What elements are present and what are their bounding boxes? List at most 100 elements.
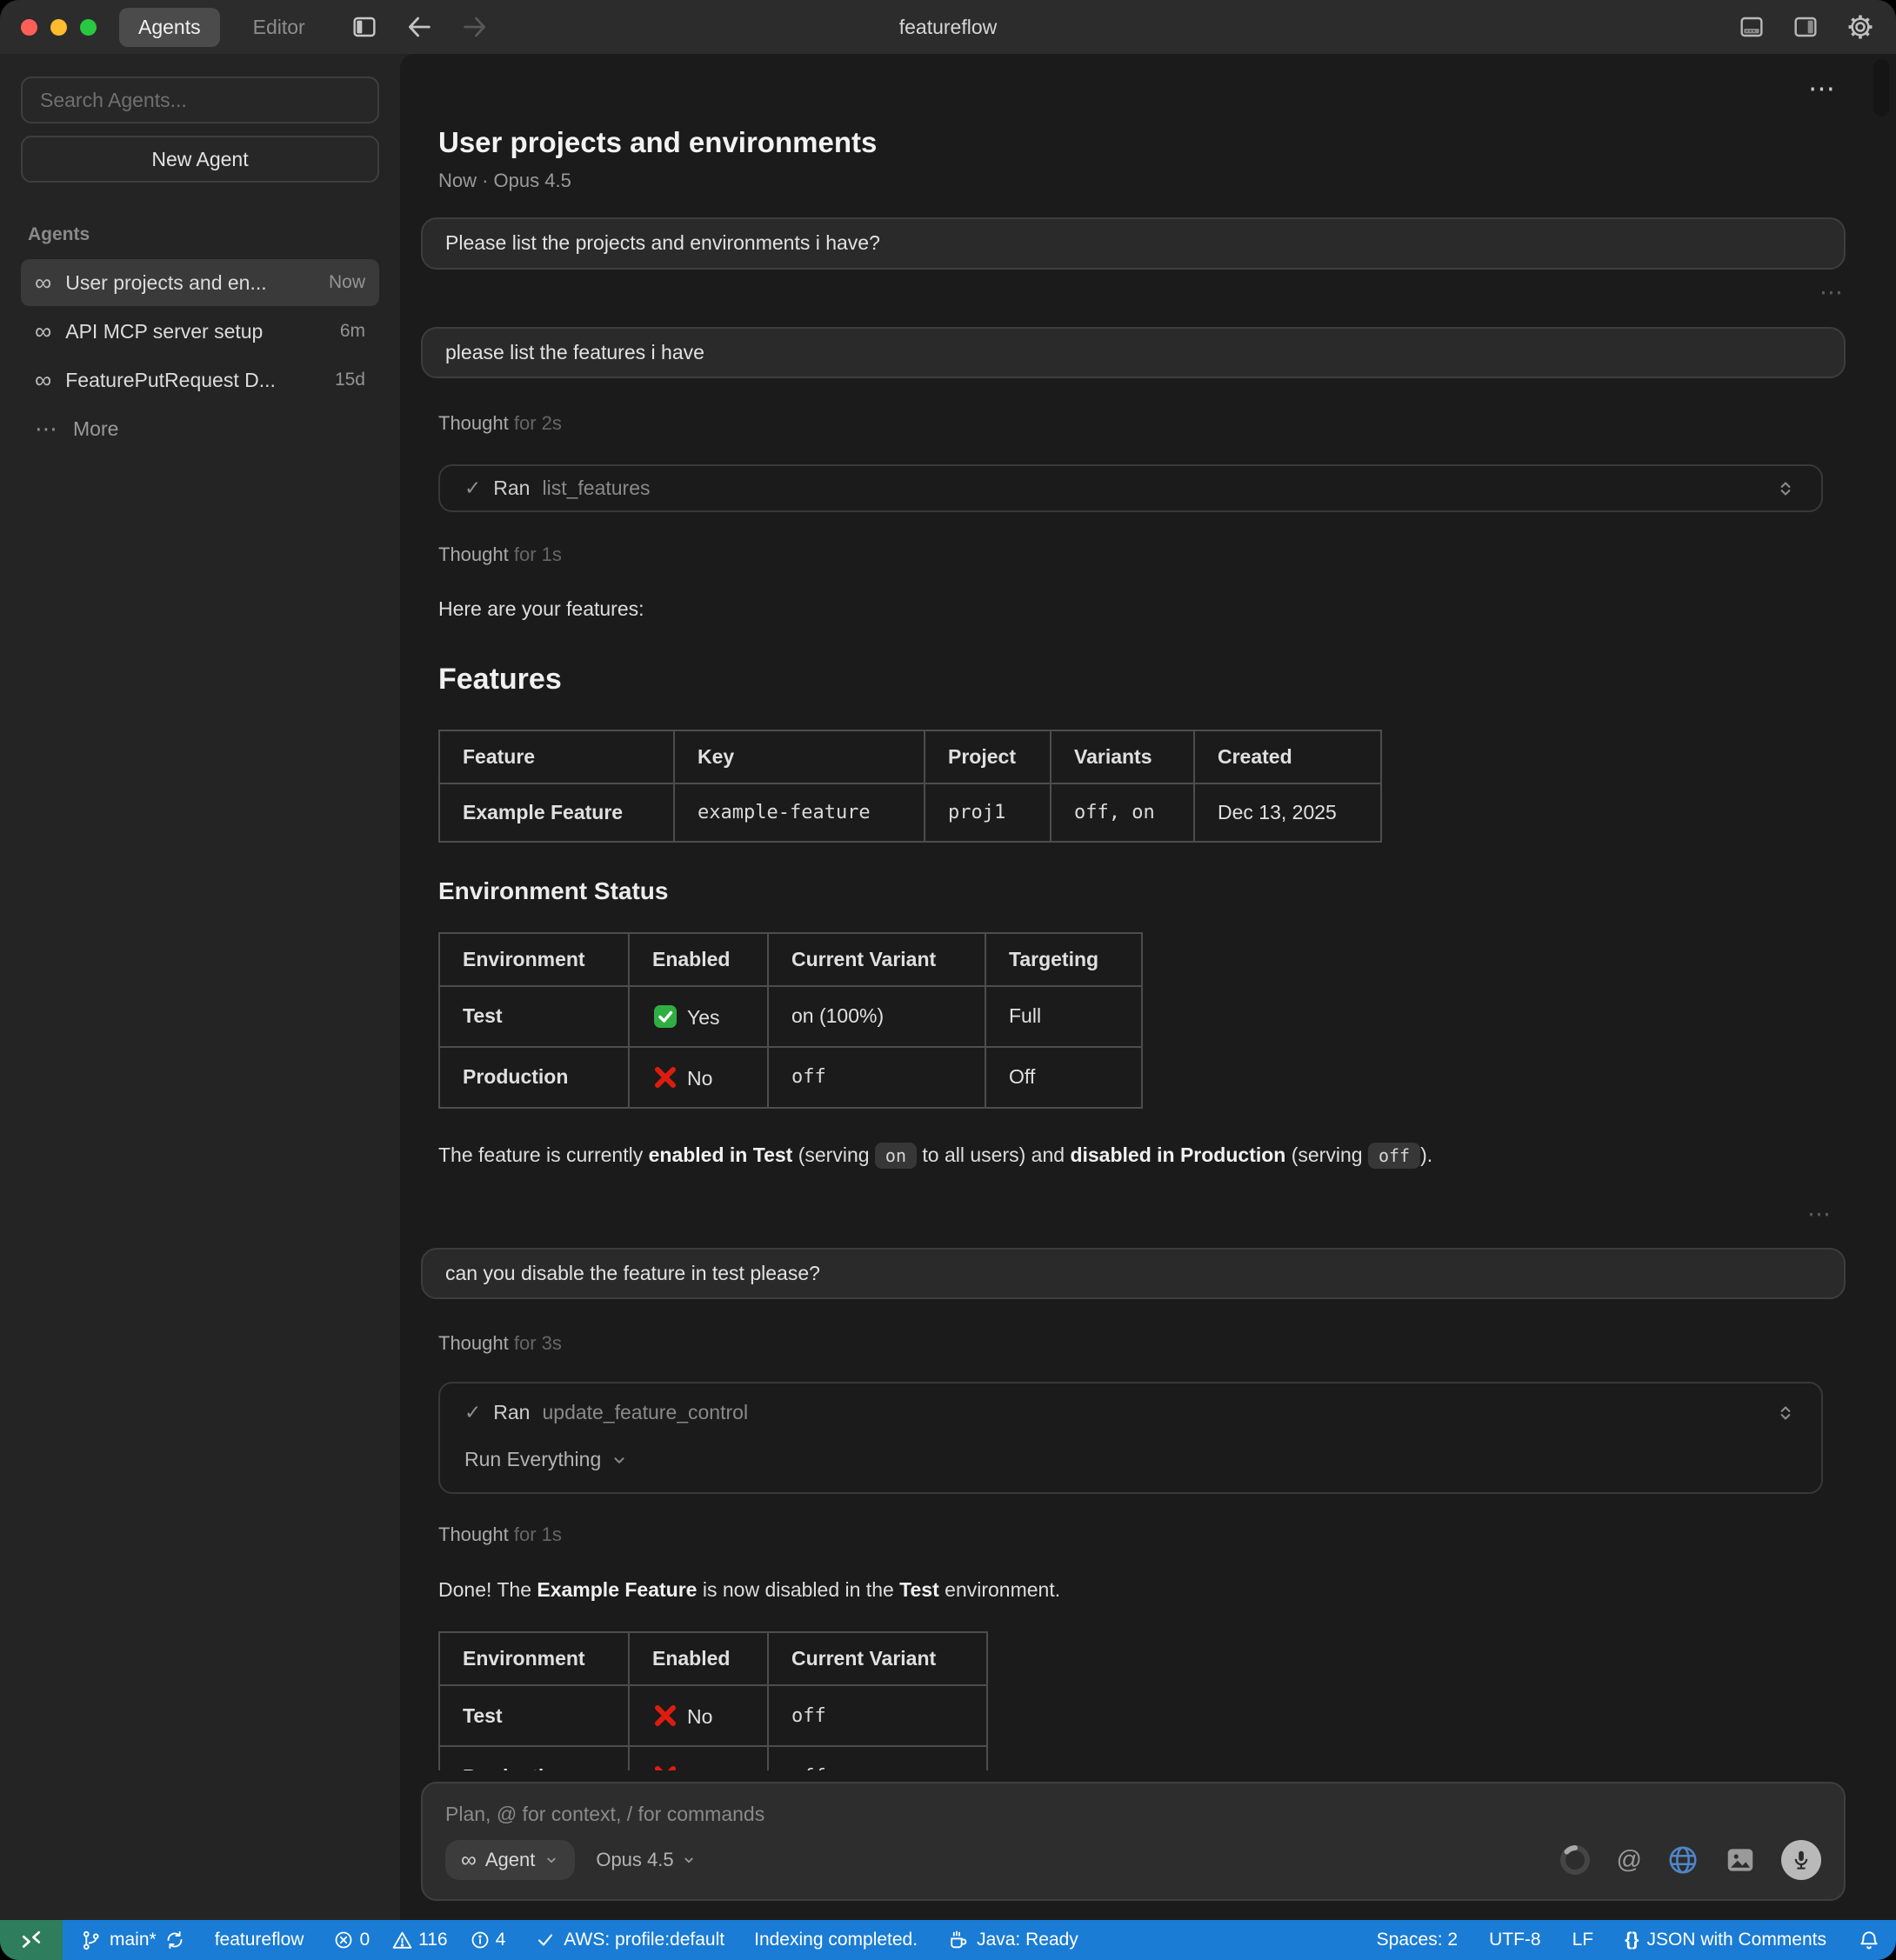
run-everything-dropdown[interactable]: Run Everything [464, 1448, 1797, 1471]
table-cell: off [768, 1047, 985, 1108]
agent-item-time: 15d [335, 370, 365, 390]
check-icon [535, 1930, 556, 1950]
message-actions-button[interactable]: ⋯ [421, 281, 1846, 295]
title-bar: Agents Editor featureflow [0, 0, 1896, 54]
status-bar: main* featureflow 0 116 4 AWS: profile:d… [0, 1920, 1896, 1960]
table-row: Test No off [439, 1685, 987, 1746]
tool-run-prefix: Ran [493, 477, 530, 500]
warnings-icon [391, 1930, 413, 1951]
infinity-icon: ∞ [35, 320, 51, 343]
table-row: Example Feature example-feature proj1 of… [439, 783, 1381, 842]
tool-name: update_feature_control [542, 1401, 748, 1424]
agent-mode-dropdown[interactable]: ∞ Agent [445, 1840, 575, 1880]
table-cell: Test [439, 1685, 629, 1746]
toggle-right-panel-icon[interactable] [1792, 13, 1819, 41]
eol-status[interactable]: LF [1572, 1930, 1594, 1950]
environment-status-heading: Environment Status [438, 877, 1846, 905]
column-header: Environment [439, 1632, 629, 1685]
search-input[interactable]: Search Agents... [21, 77, 379, 123]
image-attach-icon[interactable] [1724, 1843, 1757, 1877]
table-cell: No [629, 1746, 768, 1770]
toggle-sidebar-icon[interactable] [350, 13, 378, 41]
column-header: Variants [1051, 730, 1194, 783]
new-agent-button[interactable]: New Agent [21, 136, 379, 183]
user-message: Please list the projects and environment… [421, 217, 1846, 270]
chevron-down-icon [610, 1450, 629, 1470]
conversation-menu-button[interactable]: ⋯ [1808, 75, 1839, 102]
sidebar-item-api-mcp[interactable]: ∞ API MCP server setup 6m [21, 308, 379, 355]
indexing-status[interactable]: Indexing completed. [754, 1930, 918, 1950]
user-message: can you disable the feature in test plea… [421, 1248, 1846, 1300]
user-message: please list the features i have [421, 327, 1846, 379]
close-window-button[interactable] [21, 19, 37, 36]
tool-run-prefix: Ran [493, 1401, 530, 1424]
cross-emoji-icon [652, 1703, 678, 1729]
column-header: Feature [439, 730, 674, 783]
globe-icon[interactable] [1666, 1843, 1699, 1877]
microphone-button[interactable] [1781, 1840, 1821, 1880]
traffic-lights [21, 19, 97, 36]
check-icon: ✓ [464, 477, 481, 500]
zoom-window-button[interactable] [80, 19, 97, 36]
column-header: Targeting [985, 933, 1142, 986]
table-cell: on (100%) [768, 986, 985, 1047]
check-emoji-icon [652, 1003, 678, 1030]
message-actions-button[interactable]: ⋯ [421, 1203, 1833, 1217]
table-row: Production No off [439, 1746, 987, 1770]
errors-icon [333, 1930, 354, 1950]
chevron-down-icon [681, 1852, 697, 1868]
minimize-window-button[interactable] [50, 19, 67, 36]
info-icon [470, 1930, 491, 1950]
table-cell: proj1 [925, 783, 1051, 842]
tab-editor[interactable]: Editor [234, 8, 324, 47]
forward-arrow-icon[interactable] [460, 12, 490, 42]
encoding-status[interactable]: UTF-8 [1489, 1930, 1541, 1950]
language-mode-status[interactable]: {}JSON with Comments [1625, 1930, 1826, 1950]
tool-run-card[interactable]: ✓ Ran update_feature_control Run Everyth… [438, 1382, 1823, 1494]
sidebar-item-featureputrequest[interactable]: ∞ FeaturePutRequest D... 15d [21, 357, 379, 403]
tab-agents[interactable]: Agents [119, 8, 220, 47]
conversation-title: User projects and environments [421, 126, 1846, 159]
project-name-status[interactable]: featureflow [215, 1930, 304, 1950]
table-cell: No [629, 1685, 768, 1746]
back-arrow-icon[interactable] [404, 12, 434, 42]
scrollbar-thumb[interactable] [1873, 59, 1889, 117]
thought-label: Thought for 3s [421, 1332, 1846, 1355]
infinity-icon: ∞ [35, 271, 51, 295]
problems-status[interactable]: 0 116 4 [333, 1930, 505, 1951]
model-dropdown[interactable]: Opus 4.5 [596, 1849, 696, 1871]
indentation-status[interactable]: Spaces: 2 [1377, 1930, 1458, 1950]
toggle-panel-icon[interactable] [1738, 13, 1766, 41]
column-header: Current Variant [768, 1632, 987, 1685]
check-icon: ✓ [464, 1401, 481, 1424]
inline-code: off [1368, 1143, 1420, 1169]
column-header: Project [925, 730, 1051, 783]
tool-name: list_features [542, 477, 650, 500]
table-cell: Dec 13, 2025 [1194, 783, 1381, 842]
tool-run-card[interactable]: ✓ Ran list_features [438, 464, 1823, 512]
java-status[interactable]: Java: Ready [947, 1930, 1078, 1951]
remote-indicator[interactable] [0, 1920, 63, 1960]
agent-item-label: FeaturePutRequest D... [65, 369, 276, 392]
aws-profile-status[interactable]: AWS: profile:default [535, 1930, 724, 1950]
sidebar-item-more[interactable]: ⋯ More [21, 405, 379, 452]
expand-collapse-icon[interactable] [1774, 1402, 1797, 1424]
features-heading: Features [438, 663, 1846, 697]
table-cell: off, on [1051, 783, 1194, 842]
column-header: Key [674, 730, 925, 783]
message-composer[interactable]: Plan, @ for context, / for commands ∞ Ag… [421, 1782, 1846, 1901]
column-header: Current Variant [768, 933, 985, 986]
conversation-subtitle: Now · Opus 4.5 [421, 170, 1846, 192]
thought-label: Thought for 1s [421, 1523, 1846, 1546]
git-branch-status[interactable]: main* [80, 1930, 185, 1951]
agent-item-time: Now [329, 272, 365, 293]
sidebar-item-user-projects[interactable]: ∞ User projects and en... Now [21, 259, 379, 306]
notifications-bell-icon[interactable] [1858, 1929, 1880, 1951]
table-cell: Full [985, 986, 1142, 1047]
features-table: Feature Key Project Variants Created Exa… [438, 730, 1382, 843]
table-row: Production No off Off [439, 1047, 1142, 1108]
expand-collapse-icon[interactable] [1774, 477, 1797, 500]
gear-icon[interactable] [1846, 12, 1875, 42]
table-row: Test Yes on (100%) Full [439, 986, 1142, 1047]
mention-context-icon[interactable]: @ [1617, 1846, 1642, 1875]
